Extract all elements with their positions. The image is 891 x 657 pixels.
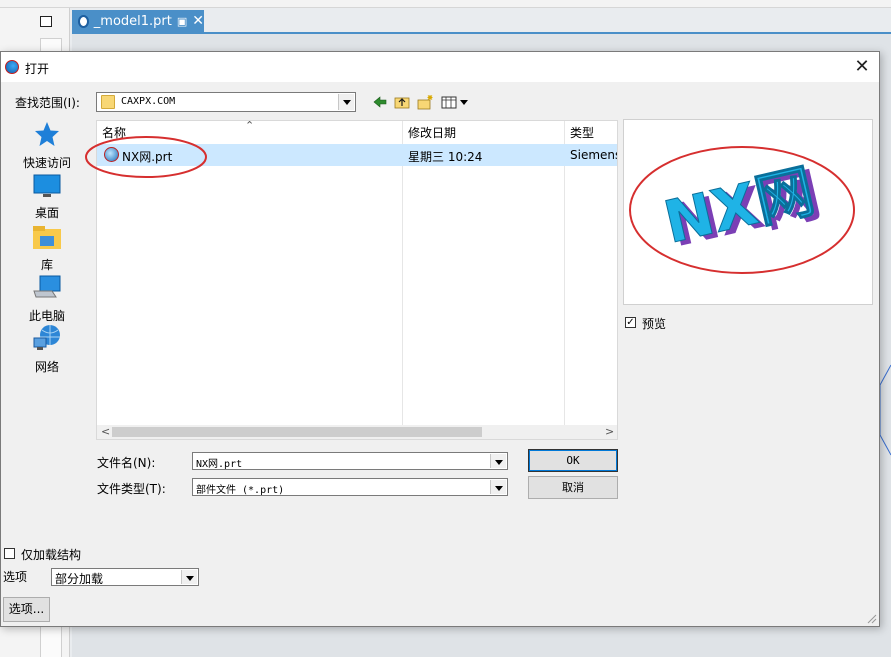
preview-checkbox[interactable]: ✓ (625, 317, 636, 328)
column-divider[interactable] (564, 121, 565, 425)
document-tab-close-icon[interactable]: ✕ (192, 13, 204, 29)
load-structure-only-checkbox[interactable] (4, 548, 15, 559)
column-header-type[interactable]: 类型 (570, 124, 594, 141)
folder-icon (101, 95, 115, 109)
dialog-titlebar[interactable]: 打开 ✕ (1, 52, 879, 82)
filetype-value: 部件文件 (*.prt) (196, 485, 285, 496)
lookin-value: CAXPX.COM (121, 96, 176, 107)
part-preview-thumbnail: NX网 NX网 (629, 146, 855, 274)
load-options-select[interactable]: 部分加载 (51, 568, 199, 586)
filetype-label: 文件类型(T): (97, 482, 166, 496)
nx-logo-icon (5, 60, 19, 74)
place-quick-access[interactable]: 快速访问 (17, 120, 77, 171)
file-modified-cell: 星期三 10:24 (408, 150, 483, 164)
options-label: 选项 (3, 570, 28, 584)
ribbon-strip (0, 0, 891, 8)
place-label: 库 (40, 258, 53, 272)
part-file-icon (78, 14, 89, 28)
library-icon (33, 226, 61, 249)
chevron-down-icon[interactable] (338, 94, 354, 110)
preview-checkbox-label: 预览 (642, 317, 667, 331)
document-tab-pin-icon[interactable]: ▣ (177, 15, 187, 28)
dialog-title: 打开 (25, 62, 50, 76)
place-network[interactable]: 网络 (17, 324, 77, 375)
place-label: 桌面 (34, 206, 59, 220)
load-options-value: 部分加载 (55, 572, 104, 586)
load-structure-only-label: 仅加载结构 (21, 548, 82, 562)
place-desktop[interactable]: 桌面 (17, 174, 77, 221)
scroll-right-icon[interactable]: > (605, 425, 614, 438)
resize-grip-icon[interactable] (867, 614, 877, 624)
column-header-modified[interactable]: 修改日期 (408, 124, 456, 141)
sort-ascending-icon: ⌃ (245, 120, 255, 132)
options-button[interactable]: 选项... (3, 597, 50, 622)
up-folder-icon[interactable] (394, 94, 410, 110)
preview-pane: NX网 NX网 (623, 119, 873, 305)
place-this-pc[interactable]: 此电脑 (17, 275, 77, 324)
dialog-close-button[interactable]: ✕ (851, 56, 873, 78)
chevron-down-icon[interactable] (490, 454, 506, 468)
place-library[interactable]: 库 (17, 224, 77, 273)
horizontal-scrollbar[interactable]: < > (97, 425, 617, 439)
back-icon[interactable] (372, 94, 388, 110)
scroll-left-icon[interactable]: < (101, 425, 110, 438)
chevron-down-icon[interactable] (490, 480, 506, 494)
lookin-combobox[interactable]: CAXPX.COM (96, 92, 356, 112)
red-annotation-ellipse (85, 136, 207, 178)
computer-icon (33, 275, 61, 298)
filename-value: NX网.prt (196, 459, 243, 470)
desktop-icon (33, 174, 61, 197)
place-label: 此电脑 (28, 309, 65, 323)
scrollbar-thumb[interactable] (112, 427, 482, 437)
filename-field[interactable]: NX网.prt (192, 452, 508, 470)
lookin-label: 查找范围(I): (15, 96, 80, 110)
place-label: 快速访问 (22, 156, 71, 170)
restore-window-icon[interactable] (40, 16, 52, 27)
chevron-down-icon[interactable] (181, 570, 197, 584)
open-file-dialog: 打开 ✕ 查找范围(I): CAXPX.COM 快速访问 桌面 库 此电脑 网络… (0, 51, 880, 627)
document-tab-title: _model1.prt (93, 13, 172, 29)
ok-button[interactable]: OK (528, 449, 618, 472)
new-folder-icon[interactable] (417, 94, 434, 110)
cancel-button[interactable]: 取消 (528, 476, 618, 499)
document-tab[interactable]: _model1.prt ▣ ✕ (72, 10, 204, 32)
column-divider[interactable] (402, 121, 403, 425)
network-icon (33, 325, 60, 350)
file-type-cell: Siemens (570, 148, 618, 162)
filename-label: 文件名(N): (97, 456, 156, 470)
star-icon (35, 122, 59, 146)
place-label: 网络 (34, 360, 59, 374)
filetype-select[interactable]: 部件文件 (*.prt) (192, 478, 508, 496)
view-menu-icon[interactable] (441, 94, 469, 110)
